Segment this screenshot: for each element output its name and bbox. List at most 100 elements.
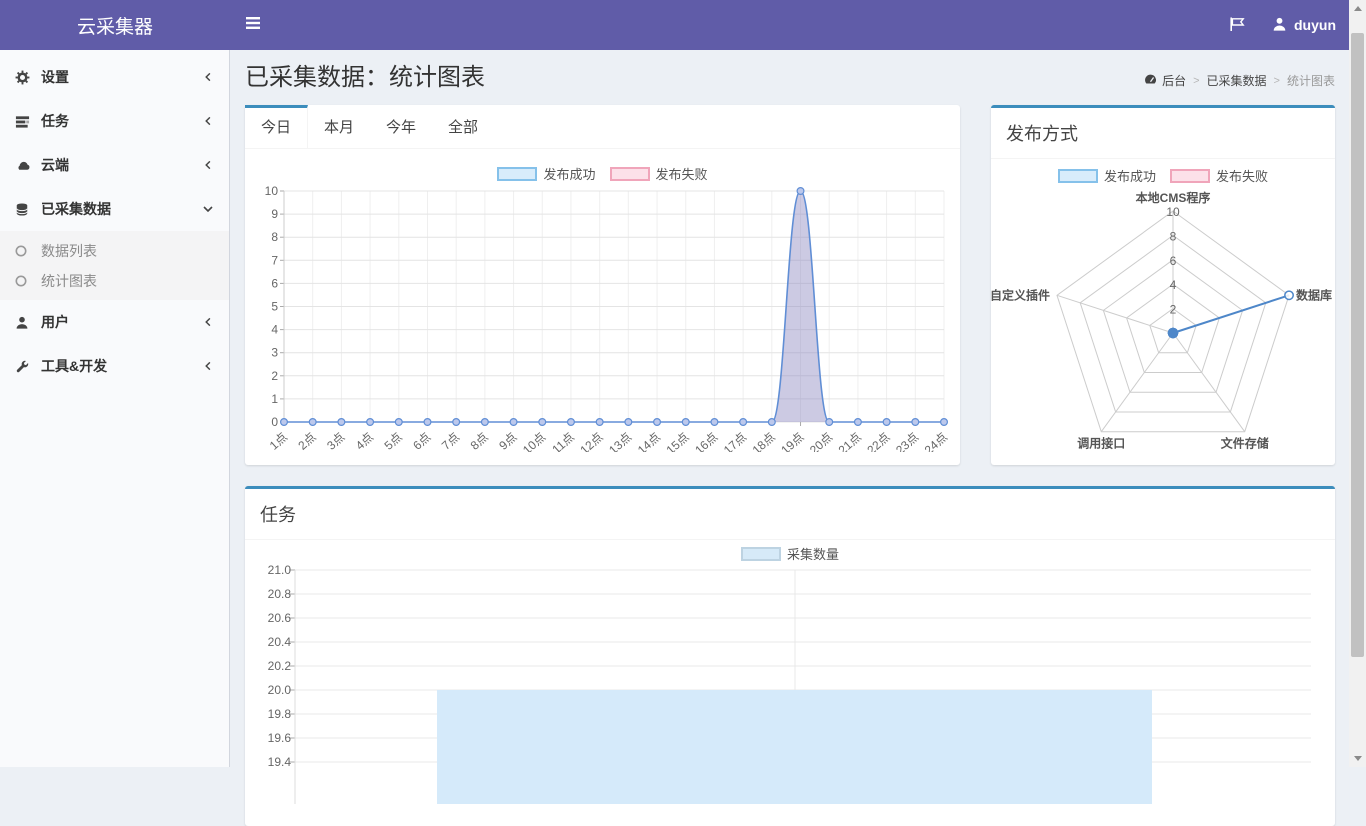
svg-text:20.8: 20.8 xyxy=(268,587,292,601)
legend-item-0[interactable]: 采集数量 xyxy=(741,544,839,563)
svg-text:6: 6 xyxy=(1170,254,1177,268)
svg-text:1: 1 xyxy=(271,392,278,406)
breadcrumb-item-1[interactable]: 已采集数据 xyxy=(1207,72,1267,89)
user-icon xyxy=(15,315,41,330)
sidebar-item-label: 设置 xyxy=(41,67,69,87)
page-title: 已采集数据：统计图表 xyxy=(245,63,485,93)
svg-text:10: 10 xyxy=(1166,205,1180,219)
circle-icon xyxy=(15,245,41,257)
svg-text:20.4: 20.4 xyxy=(268,635,292,649)
radar-chart-legend: 发布成功 发布失败 xyxy=(991,167,1335,184)
legend-label: 发布成功 xyxy=(543,164,595,183)
svg-text:5点: 5点 xyxy=(382,430,405,452)
svg-text:4: 4 xyxy=(271,323,278,337)
sidebar-submenu: 数据列表统计图表 xyxy=(0,231,229,300)
hamburger-icon xyxy=(245,16,261,35)
sidebar-subitem-label: 数据列表 xyxy=(41,241,97,261)
svg-text:10: 10 xyxy=(265,184,279,198)
svg-text:20.0: 20.0 xyxy=(268,683,292,697)
svg-text:21点: 21点 xyxy=(836,430,864,452)
breadcrumb-item-2: 统计图表 xyxy=(1287,72,1335,89)
sidebar-item-users[interactable]: 用户 xyxy=(0,300,229,344)
hourly-publish-panel: 今日本月今年全部 发布成功发布失败 0123456789101点2点3点4点5点… xyxy=(245,105,960,465)
svg-text:4点: 4点 xyxy=(353,430,376,452)
breadcrumb-separator: > xyxy=(1274,75,1280,87)
svg-text:13点: 13点 xyxy=(606,430,634,452)
svg-text:2: 2 xyxy=(1170,303,1177,317)
tab-month[interactable]: 本月 xyxy=(308,105,370,148)
svg-text:7点: 7点 xyxy=(439,430,462,452)
svg-text:19.8: 19.8 xyxy=(268,707,292,721)
app-logo[interactable]: 云采集器 xyxy=(0,0,230,50)
legend-label: 采集数量 xyxy=(787,544,839,563)
sidebar-subitem-stats-charts[interactable]: 统计图表 xyxy=(0,266,229,296)
svg-text:16点: 16点 xyxy=(692,430,720,452)
chevron-down-icon xyxy=(202,203,214,215)
legend-item-1[interactable]: 发布失败 xyxy=(610,164,708,183)
svg-text:22点: 22点 xyxy=(864,430,892,452)
task-chart-legend: 采集数量 xyxy=(245,545,1335,562)
legend-label: 发布失败 xyxy=(1216,166,1268,185)
svg-text:24点: 24点 xyxy=(922,430,950,452)
charts-row: 今日本月今年全部 发布成功发布失败 0123456789101点2点3点4点5点… xyxy=(245,105,1335,465)
scrollbar-up-button[interactable] xyxy=(1349,0,1366,17)
period-tabs: 今日本月今年全部 xyxy=(245,105,960,149)
svg-text:8: 8 xyxy=(1170,229,1177,243)
publish-method-panel: 发布方式 发布成功发布失败 246810本地CMS程序数据库文件存储调用接口自定… xyxy=(991,105,1335,465)
svg-text:5: 5 xyxy=(271,300,278,314)
legend-item-1[interactable]: 发布失败 xyxy=(1170,166,1268,185)
tab-all[interactable]: 全部 xyxy=(432,105,494,148)
user-menu-button[interactable]: duyun xyxy=(1272,16,1336,35)
sidebar-item-cloud[interactable]: 云端 xyxy=(0,143,229,187)
chevron-left-icon xyxy=(203,360,214,372)
breadcrumb-label: 统计图表 xyxy=(1287,72,1335,89)
sidebar-item-collected-data[interactable]: 已采集数据 xyxy=(0,187,229,231)
content-area: 已采集数据：统计图表 后台>已采集数据>统计图表 今日本月今年全部 发布成功发布… xyxy=(230,50,1349,767)
svg-text:本地CMS程序: 本地CMS程序 xyxy=(1136,190,1211,205)
svg-text:文件存储: 文件存储 xyxy=(1221,436,1269,451)
sidebar-item-label: 任务 xyxy=(41,111,69,131)
legend-label: 发布成功 xyxy=(1104,166,1156,185)
flag-menu-button[interactable] xyxy=(1229,16,1246,35)
breadcrumb-label: 已采集数据 xyxy=(1207,72,1267,89)
legend-item-0[interactable]: 发布成功 xyxy=(1058,166,1156,185)
tab-today[interactable]: 今日 xyxy=(245,105,308,148)
breadcrumb-item-0[interactable]: 后台 xyxy=(1144,72,1186,89)
publish-method-radar-chart: 246810本地CMS程序数据库文件存储调用接口自定义插件 xyxy=(991,188,1335,460)
svg-text:2: 2 xyxy=(271,369,278,383)
svg-text:15点: 15点 xyxy=(664,430,692,452)
task-panel-title: 任务 xyxy=(245,489,1335,540)
scrollbar-thumb[interactable] xyxy=(1351,33,1364,657)
svg-text:2点: 2点 xyxy=(295,430,318,452)
svg-text:21.0: 21.0 xyxy=(268,564,292,577)
tab-year[interactable]: 今年 xyxy=(370,105,432,148)
svg-text:10点: 10点 xyxy=(520,430,548,452)
navbar-right-menu: duyun xyxy=(1229,0,1366,50)
legend-swatch xyxy=(497,167,537,181)
sidebar-item-tools-dev[interactable]: 工具&开发 xyxy=(0,344,229,388)
sidebar-toggle-button[interactable] xyxy=(230,0,276,50)
sidebar-item-label: 云端 xyxy=(41,155,69,175)
sidebar-item-tasks[interactable]: 任务 xyxy=(0,99,229,143)
svg-text:11点: 11点 xyxy=(549,430,577,452)
sidebar-subitem-data-list[interactable]: 数据列表 xyxy=(0,236,229,266)
svg-text:9点: 9点 xyxy=(496,430,519,452)
task-count-chart: 21.020.820.620.420.220.019.819.619.4 xyxy=(245,564,1335,804)
sidebar-item-label: 已采集数据 xyxy=(41,199,111,219)
legend-swatch xyxy=(610,167,650,181)
legend-swatch xyxy=(1058,169,1098,183)
sidebar-item-settings[interactable]: 设置 xyxy=(0,55,229,99)
svg-text:0: 0 xyxy=(271,415,278,429)
breadcrumb-label: 后台 xyxy=(1162,72,1186,89)
chevron-left-icon xyxy=(203,71,214,83)
svg-text:6: 6 xyxy=(271,276,278,290)
svg-text:1点: 1点 xyxy=(267,430,290,452)
hourly-publish-chart: 0123456789101点2点3点4点5点6点7点8点9点10点11点12点1… xyxy=(245,184,960,452)
svg-text:3点: 3点 xyxy=(324,430,347,452)
sidebar-subitem-label: 统计图表 xyxy=(41,271,97,291)
svg-text:23点: 23点 xyxy=(893,430,921,452)
app-title: 云采集器 xyxy=(77,12,153,39)
legend-label: 发布失败 xyxy=(656,164,708,183)
legend-item-0[interactable]: 发布成功 xyxy=(497,164,595,183)
scrollbar-down-button[interactable] xyxy=(1349,750,1366,767)
